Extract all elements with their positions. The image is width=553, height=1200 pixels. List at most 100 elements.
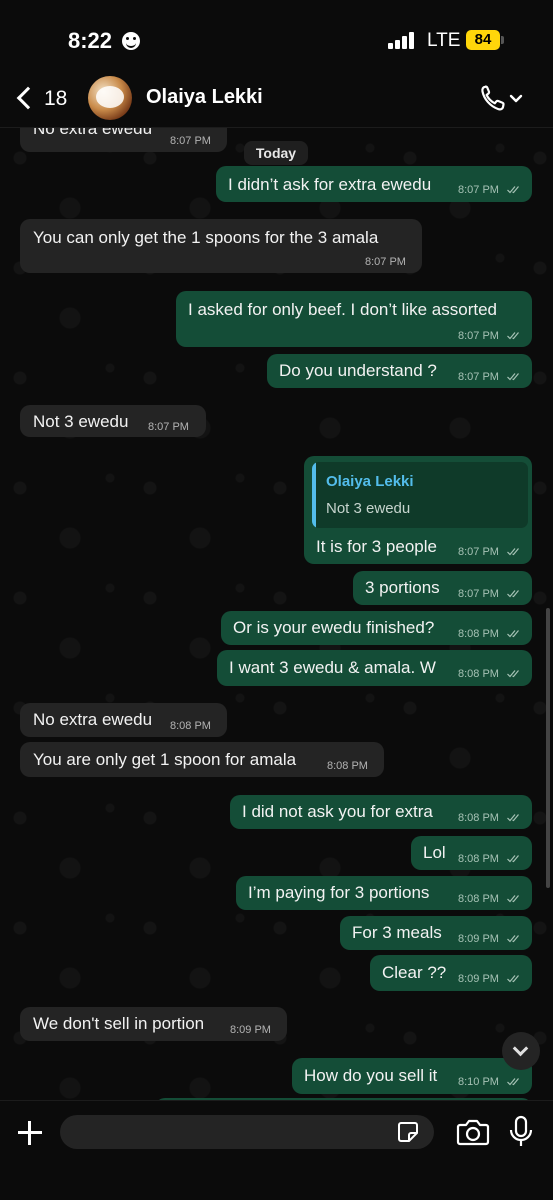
message-text: I’m paying for 3 portions — [248, 883, 430, 902]
chat-header: 18 Olaiya Lekki — [0, 72, 553, 128]
message-incoming[interactable]: We don't sell in portion 8:09 PM — [20, 1007, 287, 1041]
message-outgoing[interactable]: I want 3 ewedu & amala. W 8:08 PM — [217, 650, 532, 686]
message-outgoing[interactable]: Or is your ewedu finished? 8:08 PM — [221, 611, 532, 645]
read-ticks-icon — [507, 186, 519, 194]
status-bar: 8:22 LTE 84 — [0, 0, 553, 72]
attach-button[interactable] — [16, 1119, 44, 1147]
chevron-down-icon — [512, 1040, 529, 1057]
message-outgoing[interactable]: Clear ?? 8:09 PM — [370, 955, 532, 991]
read-ticks-icon — [507, 373, 519, 381]
message-text: It is for 3 people — [316, 537, 437, 556]
message-text: Clear ?? — [382, 963, 447, 982]
message-outgoing[interactable]: For 3 meals 8:09 PM — [340, 916, 532, 950]
message-time: 8:08 PM — [458, 668, 499, 680]
message-time: 8:07 PM — [458, 184, 499, 196]
signal-strength-icon — [388, 31, 418, 49]
message-time: 8:09 PM — [458, 973, 499, 985]
call-button[interactable] — [478, 82, 526, 116]
read-ticks-icon — [507, 895, 519, 903]
quote-accent-bar — [312, 462, 316, 528]
message-text: We don't sell in portion — [33, 1014, 205, 1033]
network-type: LTE — [427, 30, 461, 51]
message-time: 8:07 PM — [458, 330, 499, 342]
voice-message-button[interactable] — [508, 1115, 534, 1149]
message-time: 8:07 PM — [458, 588, 499, 600]
quoted-message[interactable]: Olaiya Lekki Not 3 ewedu — [312, 462, 528, 528]
back-button[interactable]: 18 — [14, 84, 70, 116]
quote-author: Olaiya Lekki — [326, 473, 414, 490]
message-incoming[interactable]: You are only get 1 spoon for amala 8:08 … — [20, 742, 384, 777]
message-text: I didn’t ask for extra ewedu — [228, 175, 432, 194]
message-text: I asked for only beef. I don’t like asso… — [188, 300, 498, 319]
message-incoming[interactable]: Not 3 ewedu 8:07 PM — [20, 405, 206, 437]
message-time: 8:08 PM — [327, 760, 368, 772]
message-text: Lol — [423, 843, 446, 862]
read-ticks-icon — [507, 975, 519, 983]
message-time: 8:07 PM — [458, 546, 499, 558]
message-time: 8:07 PM — [458, 371, 499, 383]
message-time: 8:08 PM — [458, 893, 499, 905]
read-ticks-icon — [507, 855, 519, 863]
read-ticks-icon — [507, 814, 519, 822]
read-ticks-icon — [507, 670, 519, 678]
message-time: 8:07 PM — [365, 256, 406, 268]
message-text: You are only get 1 spoon for amala — [33, 750, 297, 769]
message-time: 8:08 PM — [458, 812, 499, 824]
message-outgoing-reply[interactable]: Olaiya Lekki Not 3 ewedu It is for 3 peo… — [304, 456, 532, 564]
read-ticks-icon — [507, 548, 519, 556]
avatar-logo — [96, 86, 124, 108]
avatar[interactable] — [88, 76, 132, 120]
message-outgoing[interactable]: I didn’t ask for extra ewedu 8:07 PM — [216, 166, 532, 202]
sticker-icon — [398, 1122, 418, 1142]
chat-messages[interactable]: No extra ewedu 8:07 PM Today I didn’t as… — [0, 128, 553, 1100]
message-outgoing[interactable]: I’m paying for 3 portions 8:08 PM — [236, 876, 532, 910]
message-time: 8:07 PM — [148, 421, 189, 433]
phone-icon — [481, 85, 523, 111]
scroll-to-bottom-button[interactable] — [502, 1032, 540, 1070]
microphone-icon — [509, 1115, 533, 1146]
sticker-button[interactable] — [396, 1120, 420, 1144]
message-composer — [0, 1100, 553, 1200]
battery-tip — [501, 36, 504, 44]
scrollbar[interactable] — [546, 608, 550, 888]
read-ticks-icon — [507, 332, 519, 340]
message-outgoing[interactable]: I asked for only beef. I don’t like asso… — [176, 291, 532, 347]
chevron-down-icon — [509, 94, 523, 103]
status-time: 8:22 — [68, 28, 113, 53]
back-chevron-icon — [16, 86, 40, 110]
message-text: Do you understand ? — [279, 361, 437, 380]
message-time: 8:10 PM — [458, 1076, 499, 1088]
camera-button[interactable] — [456, 1117, 490, 1147]
battery-icon: 84 — [466, 30, 500, 50]
message-incoming[interactable]: You can only get the 1 spoons for the 3 … — [20, 219, 422, 273]
read-ticks-icon — [507, 590, 519, 598]
message-time: 8:09 PM — [458, 933, 499, 945]
message-outgoing[interactable]: How do you sell it 8:10 PM — [292, 1058, 532, 1094]
message-outgoing[interactable]: I did not ask you for extra 8:08 PM — [230, 795, 532, 829]
focus-mode-icon — [122, 32, 140, 50]
message-text: I want 3 ewedu & amala. W — [229, 658, 436, 677]
message-incoming[interactable]: No extra ewedu 8:07 PM — [20, 128, 227, 152]
contact-name[interactable]: Olaiya Lekki — [146, 86, 263, 109]
message-outgoing[interactable]: 3 portions 8:07 PM — [353, 571, 532, 605]
message-outgoing[interactable]: Lol 8:08 PM — [411, 836, 532, 870]
read-ticks-icon — [507, 935, 519, 943]
message-text: No extra ewedu — [33, 128, 153, 138]
message-time: 8:07 PM — [170, 135, 211, 147]
message-incoming[interactable]: No extra ewedu 8:08 PM — [20, 703, 227, 737]
message-text: I did not ask you for extra — [242, 802, 433, 821]
read-ticks-icon — [507, 1078, 519, 1086]
message-text: Not 3 ewedu — [33, 412, 129, 431]
camera-icon — [456, 1119, 490, 1146]
message-input[interactable] — [60, 1115, 434, 1149]
message-time: 8:08 PM — [458, 628, 499, 640]
message-text: 3 portions — [365, 578, 440, 597]
message-time: 8:08 PM — [170, 720, 211, 732]
message-time: 8:09 PM — [230, 1024, 271, 1036]
message-outgoing[interactable]: Do you understand ? 8:07 PM — [267, 354, 532, 388]
read-ticks-icon — [507, 630, 519, 638]
message-time: 8:08 PM — [458, 853, 499, 865]
message-text: No extra ewedu — [33, 710, 153, 729]
message-text: You can only get the 1 spoons for the 3 … — [33, 228, 379, 247]
message-text: For 3 meals — [352, 923, 442, 942]
